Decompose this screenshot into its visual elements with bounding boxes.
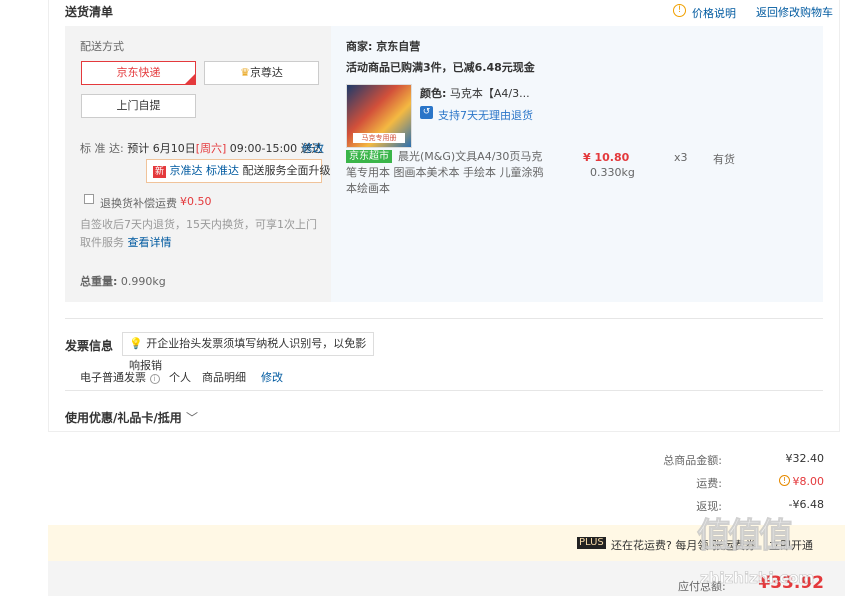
upgrade-desc: 配送服务全面升级 [242,164,331,177]
invoice-type-text: 电子普通发票 [80,371,146,384]
total-label: 总商品金额: [663,454,722,467]
invoice-content: 商品明细 [202,371,246,384]
new-badge: 新 [153,166,167,178]
invoice-title: 个人 [169,371,191,384]
plus-text: 还在花运费? 每月领 [611,539,709,552]
price-note-link[interactable]: 价格说明 [692,5,736,21]
total-value: ¥32.40 [785,452,825,465]
product-price: ¥ 10.80 [583,151,630,164]
schedule-day: [周六] [195,142,227,155]
shipping-value: ¥8.00 [792,475,825,488]
divider [65,318,823,319]
weight-value: 0.990kg [120,275,166,288]
product-quantity: x3 [674,151,688,164]
delivery-upgrade-tip: 新 京准达 标准达 配送服务全面升级 [146,159,331,183]
delivery-schedule: 标 准 达: 预计 6月10日[周六] 09:00-15:00 送达 [80,140,323,156]
insurance-checkbox[interactable] [84,194,94,204]
schedule-modify-link[interactable]: 修改 [302,140,324,156]
delivery-method-heading: 配送方式 [80,40,124,53]
watermark-logo: 值值值 [697,516,794,557]
chevron-down-icon: ﹀ [185,411,198,425]
seller: 商家: 京东自营 [346,38,420,54]
upgrade-name-a: 京准达 [169,164,203,177]
product-stock: 有货 [713,153,735,166]
delivery-option-label: 京东快递 [116,66,161,79]
product-weight: 0.330kg [590,166,635,179]
color-label: 颜色: [420,87,447,100]
color-value: 马克本【A4/3... [449,87,530,100]
invoice-type: 电子普通发票 i [80,369,160,385]
back-to-cart-link[interactable]: 返回修改购物车 [756,4,833,20]
lightbulb-icon: 💡 [129,337,143,350]
return-policy-text: 支持7天无理由退货 [438,109,533,122]
plus-badge: PLUS [577,537,606,549]
delivery-list-title: 送货清单 [65,5,114,19]
weight-label: 总重量: [80,275,118,288]
seller-name: 京东自营 [376,40,421,53]
delivery-option-label: 上门自提 [116,99,161,112]
insurance-description: 自签收后7天内退货，15天内换货，可享1次上门取件服务 查看详情 [80,216,320,252]
coupon-toggle[interactable]: 使用优惠/礼品卡/抵用 ﹀ [65,409,198,426]
crown-icon: ♛ [240,66,250,79]
seller-label: 商家: [346,40,373,53]
insurance-desc-text: 自签收后7天内退货，15天内换货，可享1次上门取件服务 [80,218,317,249]
info-icon: ! [673,4,686,17]
invoice-tip: 💡 开企业抬头发票须填写纳税人识别号，以免影响报销 [122,332,374,372]
product-color: 颜色: 马克本【A4/3... [420,85,530,101]
invoice-modify-link[interactable]: 修改 [261,369,283,385]
delivery-option-jd-premium[interactable]: ♛京尊达 [204,61,319,85]
divider [65,390,823,391]
delivery-option-jd-express[interactable]: 京东快递 [81,61,196,85]
shipping-label: 运费: [696,477,722,490]
upgrade-name-b: 标准达 [206,164,240,177]
insurance-price: ¥0.50 [180,195,212,208]
return-policy-icon: ↺ [420,106,433,119]
info-circle-icon[interactable]: i [149,374,160,384]
schedule-date: 预计 6月10日 [127,142,196,155]
insurance-details-link[interactable]: 查看详情 [128,236,172,249]
schedule-label: 标 准 达: [80,142,124,155]
product-thumbnail[interactable]: 马克专用册 [346,84,412,148]
total-weight: 总重量: 0.990kg [80,273,166,289]
shipping-info-icon[interactable]: ! [779,475,790,486]
selected-corner-icon [185,74,195,84]
insurance-label: 退换货补偿运费 [100,197,177,210]
coupon-heading: 使用优惠/礼品卡/抵用 [65,411,182,425]
product-name[interactable]: 晨光(M&G)文具A4/30页马克笔专用本 图画本美术本 手绘本 儿童涂鸦本绘画… [346,149,546,197]
watermark-url: zhizhizhi.com [700,569,815,588]
promo-text: 活动商品已购满3件，已减6.48元现金 [346,61,535,74]
invoice-heading: 发票信息 [65,339,114,353]
delivery-option-self-pickup[interactable]: 上门自提 [81,94,196,118]
delivery-option-label: 京尊达 [249,66,283,79]
thumbnail-label: 马克专用册 [353,133,405,143]
